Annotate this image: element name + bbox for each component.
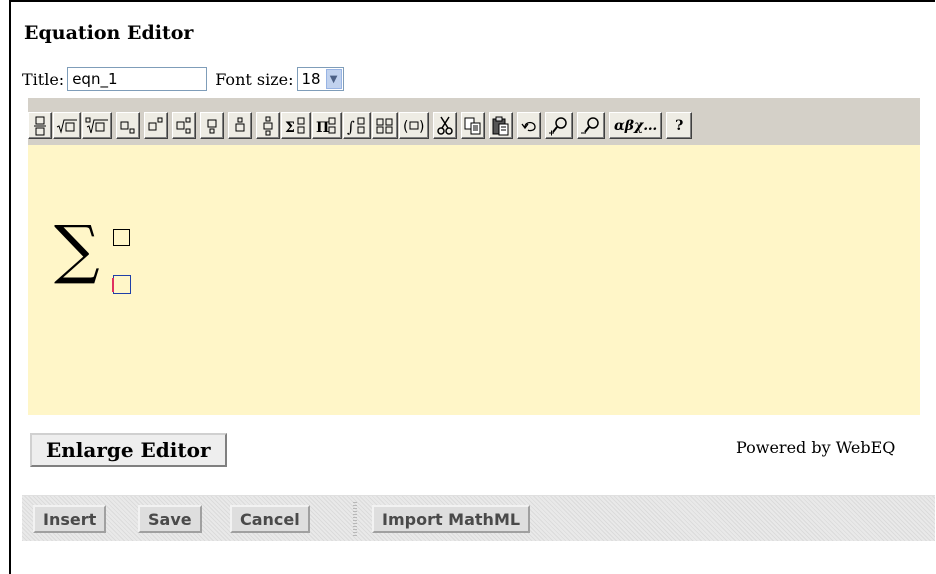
cancel-button[interactable]: Cancel	[230, 505, 310, 533]
toolbar-buttons: Σ Π ∫ () αβχ… ?	[28, 112, 693, 139]
overscript-icon	[235, 117, 245, 131]
cut-icon	[437, 116, 453, 135]
matrix-button[interactable]	[372, 112, 398, 139]
insert-button[interactable]: Insert	[33, 505, 107, 533]
integral-icon: ∫	[347, 117, 365, 136]
summation-icon: Σ	[285, 117, 305, 136]
action-bar: Insert Save Cancel Import MathML	[22, 495, 935, 541]
copy-icon	[464, 117, 481, 134]
copy-button[interactable]	[461, 112, 485, 139]
paste-button[interactable]	[489, 112, 513, 139]
under-overscript-button[interactable]	[256, 112, 280, 139]
svg-text:Π: Π	[316, 120, 329, 136]
powered-by-text: Powered by WebEQ	[736, 438, 896, 457]
settings-row: Title: Font size: 18 ▼	[22, 64, 344, 94]
nth-root-button[interactable]	[82, 112, 112, 139]
equation-canvas[interactable]	[28, 145, 920, 415]
underscript-button[interactable]	[200, 112, 224, 139]
fraction-icon	[34, 116, 46, 135]
square-root-button[interactable]	[53, 112, 81, 139]
summation-operator: ∑	[54, 213, 100, 287]
cut-button[interactable]	[433, 112, 457, 139]
font-size-select[interactable]: 18 ▼	[296, 67, 344, 91]
chevron-down-icon[interactable]: ▼	[325, 69, 342, 89]
svg-text:(: (	[403, 119, 408, 135]
undo-icon	[521, 121, 536, 131]
subscript-button[interactable]	[116, 112, 140, 139]
zoom-out-button[interactable]	[577, 112, 605, 139]
title-label: Title:	[22, 69, 65, 89]
zoom-in-button[interactable]	[545, 112, 573, 139]
paste-icon	[492, 116, 509, 135]
greek-letters-button[interactable]: αβχ…	[609, 112, 663, 139]
upper-limit-placeholder[interactable]	[113, 229, 130, 246]
sub-superscript-button[interactable]	[172, 112, 196, 139]
lower-limit-placeholder[interactable]	[113, 275, 131, 294]
zoom-in-icon	[549, 116, 567, 135]
subscript-icon	[120, 121, 135, 133]
help-button[interactable]: ?	[666, 112, 693, 139]
parentheses-icon: ()	[403, 119, 424, 135]
product-icon: Π	[316, 117, 336, 136]
fraction-button[interactable]	[28, 112, 52, 139]
parentheses-button[interactable]: ()	[399, 112, 429, 139]
under-overscript-icon	[263, 116, 273, 135]
enlarge-editor-button[interactable]: Enlarge Editor	[30, 433, 227, 467]
title-input[interactable]	[67, 67, 208, 91]
integral-button[interactable]: ∫	[343, 112, 371, 139]
nth-root-icon	[85, 117, 108, 133]
product-button[interactable]: Π	[312, 112, 342, 139]
font-size-label: Font size:	[215, 69, 294, 89]
svg-text:∫: ∫	[347, 118, 355, 136]
summation-button[interactable]: Σ	[281, 112, 311, 139]
text-cursor	[112, 278, 114, 292]
font-size-value: 18	[301, 70, 321, 88]
underscript-icon	[207, 119, 217, 133]
toolbar-separator	[353, 502, 357, 536]
zoom-out-icon	[581, 116, 599, 133]
page-title: Equation Editor	[24, 22, 194, 44]
square-root-icon	[56, 119, 77, 134]
svg-text:Σ: Σ	[285, 120, 295, 136]
undo-button[interactable]	[517, 112, 541, 139]
save-button[interactable]: Save	[138, 505, 202, 533]
matrix-icon	[376, 118, 393, 133]
sub-superscript-icon	[176, 117, 191, 133]
superscript-icon	[148, 117, 163, 130]
overscript-button[interactable]	[228, 112, 252, 139]
equation-toolbar: Σ Π ∫ () αβχ… ?	[28, 98, 920, 145]
svg-text:): )	[419, 119, 424, 135]
superscript-button[interactable]	[144, 112, 168, 139]
import-mathml-button[interactable]: Import MathML	[372, 505, 531, 533]
